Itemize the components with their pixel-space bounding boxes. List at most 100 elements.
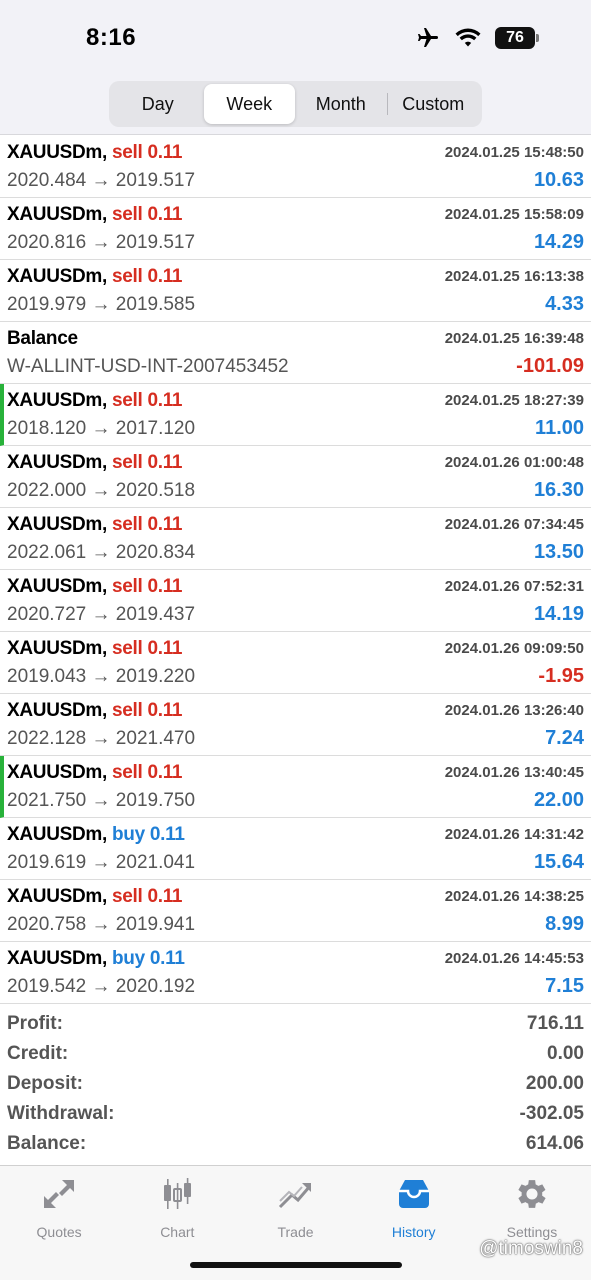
deal-side: buy 0.11	[112, 948, 185, 969]
summary-value: 200.00	[525, 1073, 584, 1094]
deal-row[interactable]: XAUUSDm, sell 0.11 2024.01.26 14:38:25 202…	[0, 880, 591, 942]
period-selector-area: Day Week Month Custom	[0, 80, 591, 135]
deal-row[interactable]: XAUUSDm, sell 0.11 2024.01.25 16:13:38 201…	[0, 260, 591, 322]
deal-prices: 2022.000 → 2020.518	[7, 480, 196, 501]
deal-side: sell 0.11	[112, 762, 183, 783]
deal-profit: 13.50	[533, 541, 584, 563]
summary-row-credit: Credit: 0.00	[0, 1040, 591, 1070]
history-summary: Profit: 716.11 Credit: 0.00 Deposit: 200…	[0, 1010, 591, 1160]
deal-prices: 2022.061 → 2020.834	[7, 542, 196, 563]
deal-side: sell 0.11	[112, 390, 183, 411]
deal-profit: 14.29	[533, 231, 584, 253]
watermark: @timoswin8	[479, 1238, 583, 1259]
summary-label: Balance:	[7, 1133, 87, 1154]
deal-datetime: 2024.01.25 16:13:38	[444, 268, 584, 285]
deal-row[interactable]: XAUUSDm, sell 0.11 2024.01.26 07:34:45 202…	[0, 508, 591, 570]
deal-side: buy 0.11	[112, 824, 185, 845]
deal-side: sell 0.11	[112, 886, 183, 907]
deal-symbol: XAUUSDm, sell 0.11	[7, 390, 183, 412]
deal-row[interactable]: XAUUSDm, sell 0.11 2024.01.26 09:09:50 201…	[0, 632, 591, 694]
status-time: 8:16	[86, 24, 137, 51]
deal-profit: 7.24	[545, 727, 584, 749]
tab-quotes[interactable]: Quotes	[0, 1166, 118, 1280]
deal-side: sell 0.11	[112, 142, 183, 163]
symbol-name: XAUUSDm,	[7, 700, 108, 721]
deal-datetime: 2024.01.25 16:39:48	[444, 330, 584, 347]
deal-side: sell 0.11	[112, 576, 183, 597]
deal-row[interactable]: XAUUSDm, sell 0.11 2024.01.26 07:52:31 202…	[0, 570, 591, 632]
symbol-name: XAUUSDm,	[7, 886, 108, 907]
tab-label: Chart	[160, 1224, 195, 1240]
deal-side: sell 0.11	[112, 700, 183, 721]
summary-value: 614.06	[525, 1133, 584, 1154]
deal-datetime: 2024.01.25 15:48:50	[444, 144, 584, 161]
summary-value: -302.05	[519, 1103, 584, 1124]
symbol-name: XAUUSDm,	[7, 638, 108, 659]
summary-row-profit: Profit: 716.11	[0, 1010, 591, 1040]
deal-side: sell 0.11	[112, 204, 183, 225]
balance-row[interactable]: Balance 2024.01.25 16:39:48 W-ALLINT-USD-I…	[0, 322, 591, 384]
deal-datetime: 2024.01.26 14:45:53	[444, 950, 584, 967]
deal-datetime: 2024.01.26 13:26:40	[444, 702, 584, 719]
deal-row[interactable]: XAUUSDm, sell 0.11 2024.01.25 15:48:50 202…	[0, 136, 591, 198]
summary-row-withdrawal: Withdrawal: -302.05	[0, 1100, 591, 1130]
battery-level: 76	[495, 27, 535, 49]
symbol-name: XAUUSDm,	[7, 266, 108, 287]
deal-profit: 22.00	[533, 789, 584, 811]
home-indicator	[190, 1262, 402, 1268]
tab-label: Quotes	[36, 1224, 82, 1240]
deal-symbol: XAUUSDm, sell 0.11	[7, 452, 183, 474]
trade-icon	[277, 1176, 315, 1212]
tab-week[interactable]: Week	[203, 84, 295, 124]
period-segmented-control: Day Week Month Custom	[109, 81, 482, 127]
summary-label: Deposit:	[7, 1073, 83, 1094]
deal-row[interactable]: XAUUSDm, sell 0.11 2024.01.26 01:00:48 202…	[0, 446, 591, 508]
deal-symbol: XAUUSDm, sell 0.11	[7, 266, 183, 288]
deal-row[interactable]: XAUUSDm, buy 0.11 2024.01.26 14:45:53 2019…	[0, 942, 591, 1004]
deal-side: sell 0.11	[112, 452, 183, 473]
tab-month[interactable]: Month	[295, 84, 387, 124]
deal-profit: 10.63	[533, 169, 584, 191]
deal-profit: 11.00	[535, 417, 584, 439]
status-icons: 76	[415, 26, 539, 50]
deal-prices: 2021.750 → 2019.750	[7, 790, 196, 811]
symbol-name: Balance	[7, 328, 78, 349]
symbol-name: XAUUSDm,	[7, 390, 108, 411]
deal-profit: 7.15	[545, 975, 584, 997]
summary-label: Credit:	[7, 1043, 69, 1064]
deal-row[interactable]: XAUUSDm, sell 0.11 2024.01.26 13:40:45 202…	[0, 756, 591, 818]
deal-symbol: XAUUSDm, sell 0.11	[7, 638, 183, 660]
deal-datetime: 2024.01.26 07:52:31	[444, 578, 584, 595]
deal-prices: 2020.758 → 2019.941	[7, 914, 196, 935]
quotes-icon	[40, 1176, 78, 1212]
deal-datetime: 2024.01.25 18:27:39	[444, 392, 584, 409]
tab-custom[interactable]: Custom	[388, 84, 480, 124]
summary-row-deposit: Deposit: 200.00	[0, 1070, 591, 1100]
deals-list: XAUUSDm, sell 0.11 2024.01.25 15:48:50 202…	[0, 136, 591, 1004]
deal-side: sell 0.11	[112, 638, 183, 659]
deal-profit: -1.95	[538, 665, 584, 687]
deal-datetime: 2024.01.26 14:38:25	[444, 888, 584, 905]
symbol-name: XAUUSDm,	[7, 948, 108, 969]
summary-label: Withdrawal:	[7, 1103, 115, 1124]
summary-value: 716.11	[526, 1013, 584, 1034]
deal-prices: 2019.043 → 2019.220	[7, 666, 196, 687]
deal-datetime: 2024.01.26 14:31:42	[444, 826, 584, 843]
deal-row[interactable]: XAUUSDm, sell 0.11 2024.01.25 18:27:39 201…	[0, 384, 591, 446]
deal-prices: 2019.542 → 2020.192	[7, 976, 196, 997]
deal-symbol: XAUUSDm, buy 0.11	[7, 948, 185, 970]
symbol-name: XAUUSDm,	[7, 762, 108, 783]
deal-side: sell 0.11	[112, 266, 183, 287]
status-bar: 8:16 76	[0, 0, 591, 80]
tab-day[interactable]: Day	[112, 84, 204, 124]
deal-symbol: XAUUSDm, sell 0.11	[7, 886, 183, 908]
deal-prices: 2018.120 → 2017.120	[7, 418, 196, 439]
deal-row[interactable]: XAUUSDm, buy 0.11 2024.01.26 14:31:42 2019…	[0, 818, 591, 880]
deal-symbol: XAUUSDm, sell 0.11	[7, 576, 183, 598]
deal-prices: 2019.979 → 2019.585	[7, 294, 196, 315]
deal-prices: 2020.727 → 2019.437	[7, 604, 196, 625]
deal-row[interactable]: XAUUSDm, sell 0.11 2024.01.26 13:26:40 202…	[0, 694, 591, 756]
deal-datetime: 2024.01.26 01:00:48	[444, 454, 584, 471]
deal-row[interactable]: XAUUSDm, sell 0.11 2024.01.25 15:58:09 202…	[0, 198, 591, 260]
tab-settings[interactable]: Settings	[473, 1166, 591, 1280]
